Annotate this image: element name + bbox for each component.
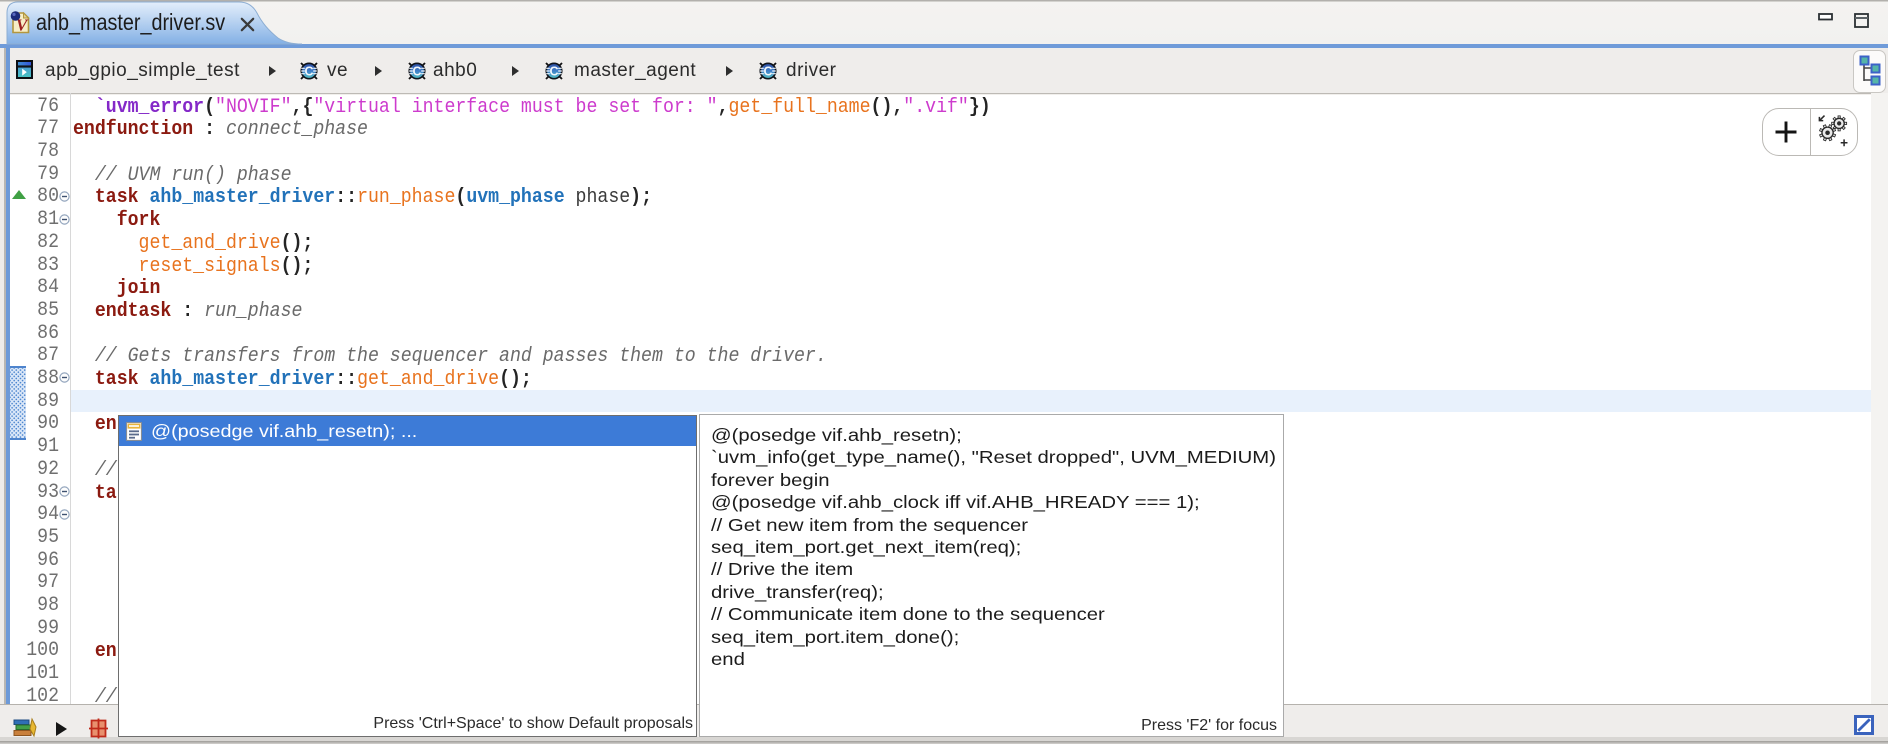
svg-text:C: C <box>763 65 772 79</box>
svg-text:C: C <box>304 65 313 79</box>
svg-text:C: C <box>412 65 421 79</box>
svg-text:C: C <box>549 65 558 79</box>
